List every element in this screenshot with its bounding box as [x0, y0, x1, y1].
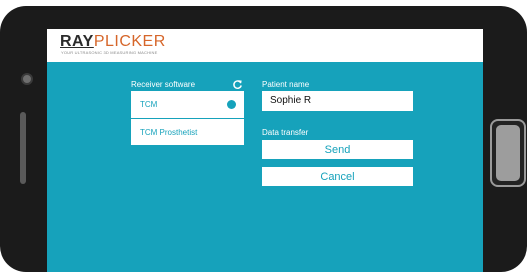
- logo-prefix: RAY: [60, 33, 94, 50]
- receiver-option-tcm-prosthetist[interactable]: TCM Prosthetist: [131, 118, 244, 145]
- logo-suffix: PLICKER: [93, 33, 166, 50]
- home-button[interactable]: [490, 119, 526, 187]
- data-transfer-label: Data transfer: [262, 128, 309, 137]
- app-screen: RAYPLICKER YOUR ULTRASONIC 3D MEASURING …: [47, 29, 483, 272]
- receiver-option-label: TCM: [140, 100, 158, 109]
- phone-frame: RAYPLICKER YOUR ULTRASONIC 3D MEASURING …: [0, 6, 527, 272]
- logo: RAYPLICKER: [60, 34, 166, 50]
- send-button[interactable]: Send: [262, 140, 413, 159]
- camera-icon: [21, 73, 33, 85]
- patient-name-label: Patient name: [262, 80, 310, 89]
- refresh-icon[interactable]: [232, 79, 243, 90]
- patient-name-input[interactable]: Sophie R: [262, 91, 413, 111]
- cancel-button-label: Cancel: [320, 171, 355, 183]
- side-speaker: [20, 112, 26, 184]
- home-button-face: [496, 125, 520, 181]
- app-header: RAYPLICKER YOUR ULTRASONIC 3D MEASURING …: [47, 29, 483, 62]
- receiver-option-tcm[interactable]: TCM: [131, 91, 244, 117]
- stage: RAYPLICKER YOUR ULTRASONIC 3D MEASURING …: [0, 0, 529, 274]
- send-button-label: Send: [324, 144, 351, 156]
- cancel-button[interactable]: Cancel: [262, 167, 413, 186]
- patient-name-value: Sophie R: [270, 95, 312, 106]
- receiver-option-label: TCM Prosthetist: [140, 128, 198, 137]
- receiver-software-label: Receiver software: [131, 80, 196, 89]
- logo-tagline: YOUR ULTRASONIC 3D MEASURING MACHINE: [61, 50, 158, 55]
- selected-indicator-icon: [227, 100, 236, 109]
- receiver-software-list: TCM TCM Prosthetist: [131, 91, 244, 145]
